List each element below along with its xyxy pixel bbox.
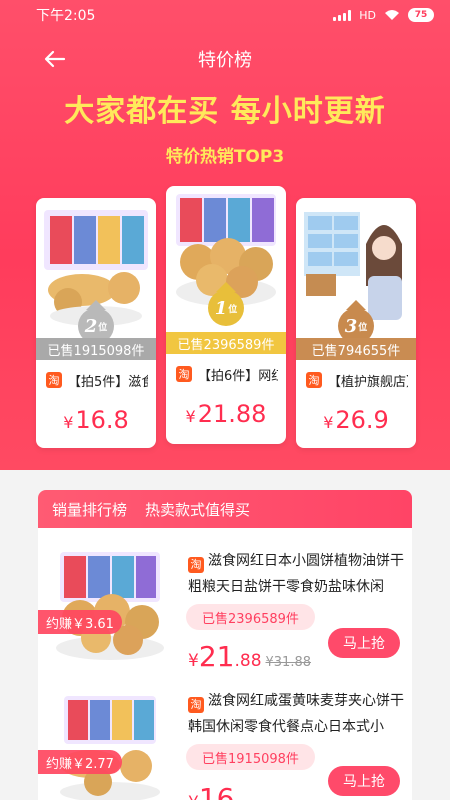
currency-symbol: ¥ <box>63 413 74 432</box>
taobao-icon: 淘 <box>306 372 322 388</box>
headline: 大家都在买 每小时更新 <box>64 94 386 129</box>
price: ¥26.9 <box>296 406 416 434</box>
status-bar: 下午2:05 HD 75 <box>0 0 450 30</box>
price-decimal: .88 <box>234 651 262 671</box>
currency-symbol: ¥ <box>323 413 334 432</box>
buy-now-button[interactable]: 马上抢 <box>328 628 400 658</box>
product-thumbnail <box>56 552 164 660</box>
sold-count: 已售1915098件 <box>186 744 315 770</box>
earn-tag: 约赚￥2.77 <box>38 750 122 774</box>
price-value: 26.9 <box>335 406 389 434</box>
rank-number: 1 <box>214 297 228 319</box>
price-int: 16 <box>198 782 235 800</box>
shop-name: 淘 【植护旗舰店】... <box>306 370 408 390</box>
top-card-rank-3[interactable]: 3位 已售794655件 淘 【植护旗舰店】... ¥26.9 <box>296 198 416 448</box>
sold-count-text: 已售1915098件 <box>202 751 299 767</box>
taobao-icon: 淘 <box>188 557 204 573</box>
shop-name-text: 【植护旗舰店】... <box>328 374 408 390</box>
shop-name: 淘 【拍6件】网红... <box>176 364 278 384</box>
rank-number: 2 <box>84 315 98 337</box>
product-title: 淘滋食网红日本小圆饼植物油饼干粗粮天日盐饼干零食奶盐味休闲 <box>188 548 404 600</box>
buy-now-label: 马上抢 <box>343 774 385 790</box>
price-value: 16.8 <box>75 406 129 434</box>
price: ¥21.88 ¥31.88 <box>188 640 311 673</box>
earn-text: 约赚￥3.61 <box>46 616 114 632</box>
tab-hot-styles[interactable]: 热卖款式值得买 <box>145 499 250 520</box>
nav-bar: 特价榜 <box>0 38 450 78</box>
price-value: 21.88 <box>197 400 267 428</box>
rank-suffix: 位 <box>228 304 238 315</box>
product-title-text: 滋食网红咸蛋黄味麦芽夹心饼干韩国休闲零食代餐点心日本式小 <box>188 693 404 735</box>
list-item[interactable]: 约赚￥3.61 淘滋食网红日本小圆饼植物油饼干粗粮天日盐饼干零食奶盐味休闲 已售… <box>38 538 412 688</box>
sold-count: 已售1915098件 <box>36 338 156 360</box>
tab-sales-ranking[interactable]: 销量排行榜 <box>52 499 127 520</box>
original-price: ¥31.88 <box>265 655 312 670</box>
page-title: 特价榜 <box>198 50 252 71</box>
currency-symbol: ¥ <box>188 793 199 800</box>
panel-tabs: 销量排行榜 热卖款式值得买 <box>38 490 412 528</box>
currency-symbol: ¥ <box>185 407 196 426</box>
product-thumbnail <box>60 696 160 800</box>
rank-medal: 1位 <box>208 290 244 326</box>
network-type: HD <box>359 8 376 22</box>
wifi-icon <box>385 10 399 20</box>
shop-name-text: 【拍6件】网红... <box>198 368 278 384</box>
price: ¥16.8 <box>36 406 156 434</box>
price-int: 21 <box>198 640 235 673</box>
taobao-icon: 淘 <box>188 697 204 713</box>
taobao-icon: 淘 <box>176 366 192 382</box>
rank-suffix: 位 <box>98 322 108 333</box>
taobao-icon: 淘 <box>46 372 62 388</box>
sold-count-text: 已售2396589件 <box>177 337 275 353</box>
sold-count: 已售794655件 <box>296 338 416 360</box>
price: ¥21.88 <box>166 400 286 428</box>
earn-text: 约赚￥2.77 <box>46 756 114 772</box>
top-card-rank-2[interactable]: 2位 已售1915098件 淘 【拍5件】滋食... ¥16.8 <box>36 198 156 448</box>
buy-now-label: 马上抢 <box>343 636 385 652</box>
sold-count: 已售2396589件 <box>186 604 315 630</box>
sold-count: 已售2396589件 <box>166 332 286 354</box>
subheadline: 特价热销TOP3 <box>165 147 285 167</box>
earn-tag: 约赚￥3.61 <box>38 610 122 634</box>
status-time: 下午2:05 <box>36 8 96 24</box>
sold-count-text: 已售2396589件 <box>202 611 299 627</box>
product-title: 淘滋食网红咸蛋黄味麦芽夹心饼干韩国休闲零食代餐点心日本式小 <box>188 688 404 740</box>
sold-count-text: 已售1915098件 <box>47 343 145 359</box>
rank-number: 3 <box>344 315 358 337</box>
product-title-text: 滋食网红日本小圆饼植物油饼干粗粮天日盐饼干零食奶盐味休闲 <box>188 553 404 595</box>
list-item[interactable]: 约赚￥2.77 淘滋食网红咸蛋黄味麦芽夹心饼干韩国休闲零食代餐点心日本式小 已售… <box>38 678 412 800</box>
battery-icon: 75 <box>408 8 434 22</box>
top-card-rank-1[interactable]: 1位 已售2396589件 淘 【拍6件】网红... ¥21.88 <box>166 186 286 444</box>
battery-level: 75 <box>414 10 428 20</box>
price: ¥16 <box>188 782 238 800</box>
buy-now-button[interactable]: 马上抢 <box>328 766 400 796</box>
rank-suffix: 位 <box>358 322 368 333</box>
shop-name: 淘 【拍5件】滋食... <box>46 370 148 390</box>
shop-name-text: 【拍5件】滋食... <box>68 374 148 390</box>
signal-icon <box>333 9 352 21</box>
ranking-panel: 销量排行榜 热卖款式值得买 约赚￥3.61 淘滋食网红日本小圆饼植物油饼干粗粮天… <box>38 490 412 800</box>
sold-count-text: 已售794655件 <box>311 343 401 359</box>
currency-symbol: ¥ <box>188 651 199 671</box>
